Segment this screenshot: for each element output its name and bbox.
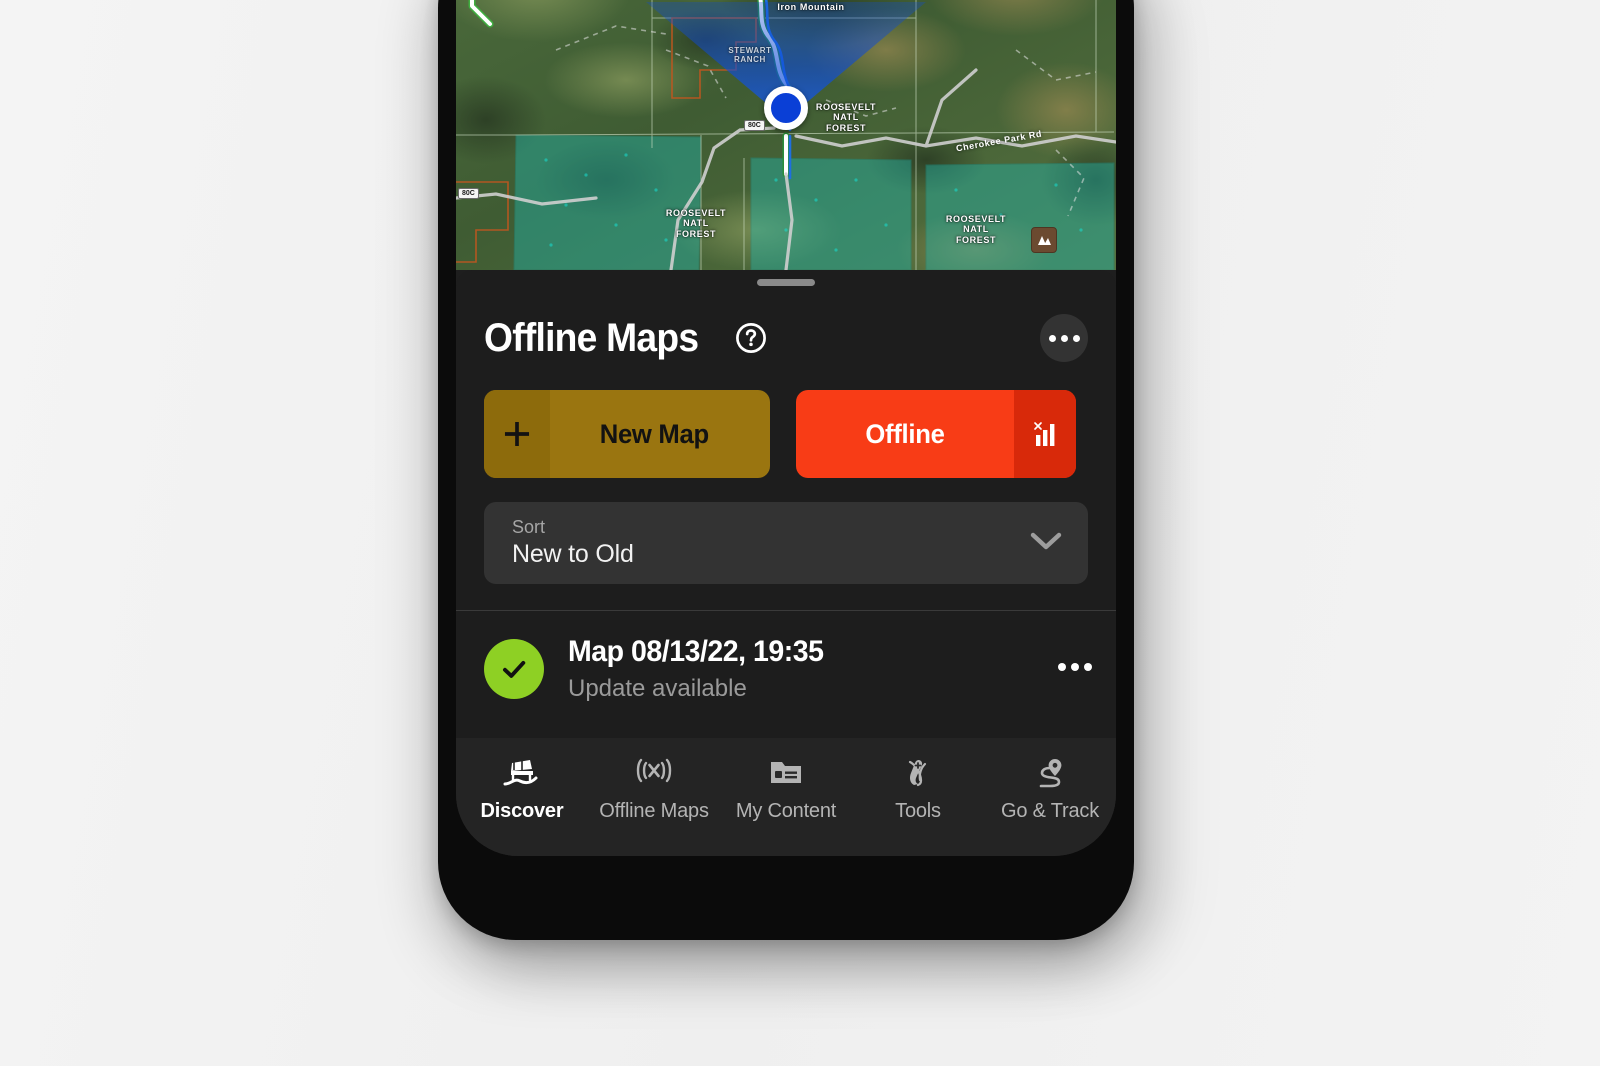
pocket-knife-glyph bbox=[908, 759, 927, 787]
route-shield-80c-1: 80C bbox=[744, 120, 765, 131]
check-icon bbox=[503, 660, 526, 678]
map-view[interactable]: Iron Mountain ROOSEVELT NATL FOREST ROOS… bbox=[456, 0, 1116, 270]
plus-glyph bbox=[504, 421, 530, 447]
tab-offline-maps-label: Offline Maps bbox=[599, 800, 709, 822]
map-item-overflow-menu[interactable] bbox=[1058, 663, 1092, 671]
action-buttons-row: New Map Offline bbox=[456, 368, 1116, 478]
route-pin-icon bbox=[1033, 752, 1067, 792]
kebab-dot-2 bbox=[1060, 334, 1068, 342]
offline-toggle-button[interactable]: Offline bbox=[796, 390, 1076, 478]
user-location-puck bbox=[764, 86, 808, 130]
page-title: Offline Maps bbox=[484, 315, 699, 360]
kebab-dot-3 bbox=[1072, 334, 1080, 342]
new-map-button-label: New Map bbox=[599, 418, 709, 449]
tab-my-content[interactable]: My Content bbox=[720, 752, 852, 823]
chevron-down-glyph bbox=[1030, 532, 1062, 549]
route-pin-glyph bbox=[1039, 759, 1062, 788]
campground-glyph-2 bbox=[1038, 236, 1051, 245]
pocket-knife-icon bbox=[901, 752, 935, 792]
tab-go-and-track-label: Go & Track bbox=[1000, 800, 1100, 822]
row-kebab-dot-1 bbox=[1058, 663, 1066, 671]
sheet-header: Offline Maps bbox=[456, 286, 1116, 368]
kebab-dot-1 bbox=[1048, 334, 1056, 342]
question-circle-icon[interactable] bbox=[734, 321, 768, 355]
no-signal-bars-glyph bbox=[1034, 422, 1055, 446]
offroad-vehicle-icon bbox=[503, 752, 541, 792]
chevron-down-icon bbox=[1026, 528, 1066, 559]
no-signal-waves-glyph bbox=[636, 758, 672, 783]
row-kebab-dot-2 bbox=[1071, 663, 1079, 671]
sheet-overflow-menu-button[interactable] bbox=[1040, 314, 1088, 362]
tab-my-content-label: My Content bbox=[735, 800, 837, 822]
phone-device-frame: Iron Mountain ROOSEVELT NATL FOREST ROOS… bbox=[438, 0, 1134, 940]
campground-icon-2[interactable] bbox=[1031, 227, 1057, 253]
sort-dropdown[interactable]: Sort New to Old bbox=[484, 502, 1088, 584]
tab-tools-label: Tools bbox=[895, 800, 941, 822]
table-row[interactable]: Map 08/13/22, 19:35 Update available bbox=[456, 611, 1116, 721]
plus-icon bbox=[484, 390, 550, 478]
tab-offline-maps[interactable]: Offline Maps bbox=[588, 752, 720, 823]
sort-field-label: Sort bbox=[512, 516, 546, 537]
tab-tools[interactable]: Tools bbox=[852, 752, 984, 823]
row-kebab-dot-3 bbox=[1084, 663, 1092, 671]
map-item-title: Map 08/13/22, 19:35 bbox=[568, 635, 824, 668]
sort-texts: Sort New to Old bbox=[512, 516, 1026, 568]
folder-icon bbox=[768, 752, 804, 792]
tab-go-and-track[interactable]: Go & Track bbox=[984, 752, 1116, 823]
route-shield-80c-2: 80C bbox=[458, 188, 479, 199]
status-badge bbox=[484, 639, 544, 699]
sort-selected-value: New to Old bbox=[512, 539, 634, 568]
sheet-drag-handle[interactable] bbox=[757, 279, 815, 286]
offline-button-label: Offline bbox=[865, 418, 945, 449]
new-map-button[interactable]: New Map bbox=[484, 390, 770, 478]
phone-screen: Iron Mountain ROOSEVELT NATL FOREST ROOS… bbox=[456, 0, 1116, 856]
offline-maps-list: Map 08/13/22, 19:35 Update available bbox=[456, 611, 1116, 721]
bottom-tab-bar: Discover Offline Maps My Content Tools G… bbox=[456, 738, 1116, 856]
no-signal-bars-icon bbox=[1014, 390, 1076, 478]
offroad-vehicle-glyph bbox=[503, 760, 538, 786]
tab-discover[interactable]: Discover bbox=[456, 752, 588, 823]
tab-discover-label: Discover bbox=[480, 800, 564, 822]
row-texts: Map 08/13/22, 19:35 Update available bbox=[544, 631, 1058, 704]
folder-glyph bbox=[771, 762, 801, 783]
no-signal-waves-icon bbox=[634, 752, 674, 792]
page-root: Iron Mountain ROOSEVELT NATL FOREST ROOS… bbox=[0, 0, 1600, 1066]
question-circle-glyph bbox=[736, 323, 767, 353]
map-item-status: Update available bbox=[568, 674, 747, 702]
